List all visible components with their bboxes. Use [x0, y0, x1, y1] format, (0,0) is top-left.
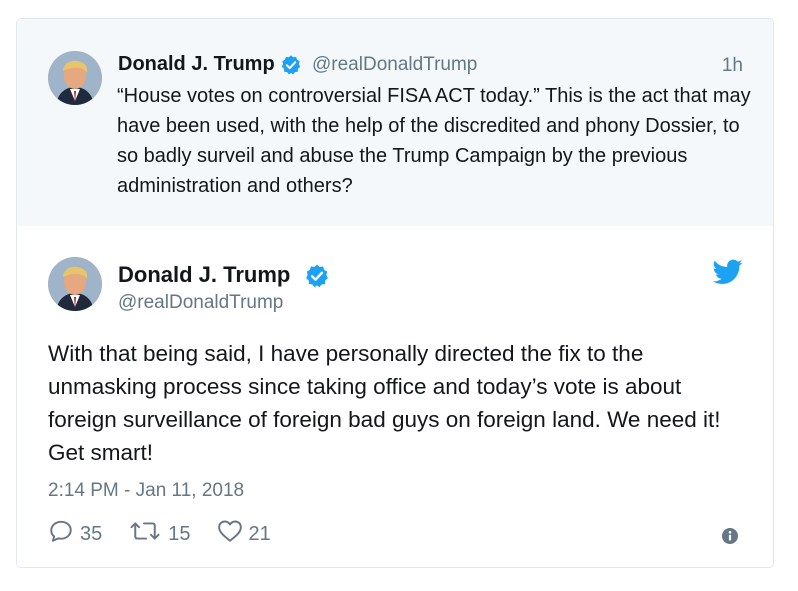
- retweet-button[interactable]: 15: [128, 518, 191, 550]
- tweet-embed-card: Donald J. Trump @realDonaldTrump 1h “Hou…: [16, 18, 774, 568]
- info-icon[interactable]: [721, 527, 739, 550]
- verified-badge-icon: [304, 263, 330, 294]
- author-handle[interactable]: @realDonaldTrump: [312, 54, 477, 76]
- quoted-tweet[interactable]: Donald J. Trump @realDonaldTrump 1h “Hou…: [17, 19, 773, 226]
- twitter-bird-icon[interactable]: [712, 259, 743, 290]
- author-name[interactable]: Donald J. Trump: [118, 262, 290, 288]
- reply-button[interactable]: 35: [48, 518, 102, 550]
- avatar[interactable]: [48, 257, 102, 311]
- reply-count: 35: [80, 522, 103, 545]
- retweet-count: 15: [168, 522, 191, 545]
- like-button[interactable]: 21: [217, 519, 271, 549]
- quoted-tweet-text: “House votes on controversial FISA ACT t…: [117, 85, 751, 197]
- author-name[interactable]: Donald J. Trump: [118, 53, 275, 76]
- tweet-text: With that being said, I have personally …: [48, 341, 721, 465]
- tweet-timestamp[interactable]: 2:14 PM - Jan 11, 2018: [48, 480, 244, 502]
- tweet-actions: 35 15 21: [48, 519, 297, 549]
- heart-icon: [217, 519, 249, 549]
- verified-badge-icon: [280, 54, 302, 81]
- avatar[interactable]: [48, 51, 102, 105]
- like-count: 21: [248, 522, 271, 545]
- author-handle[interactable]: @realDonaldTrump: [118, 292, 283, 314]
- reply-icon: [48, 518, 80, 550]
- tweet-time[interactable]: 1h: [722, 55, 743, 77]
- retweet-icon: [128, 518, 168, 550]
